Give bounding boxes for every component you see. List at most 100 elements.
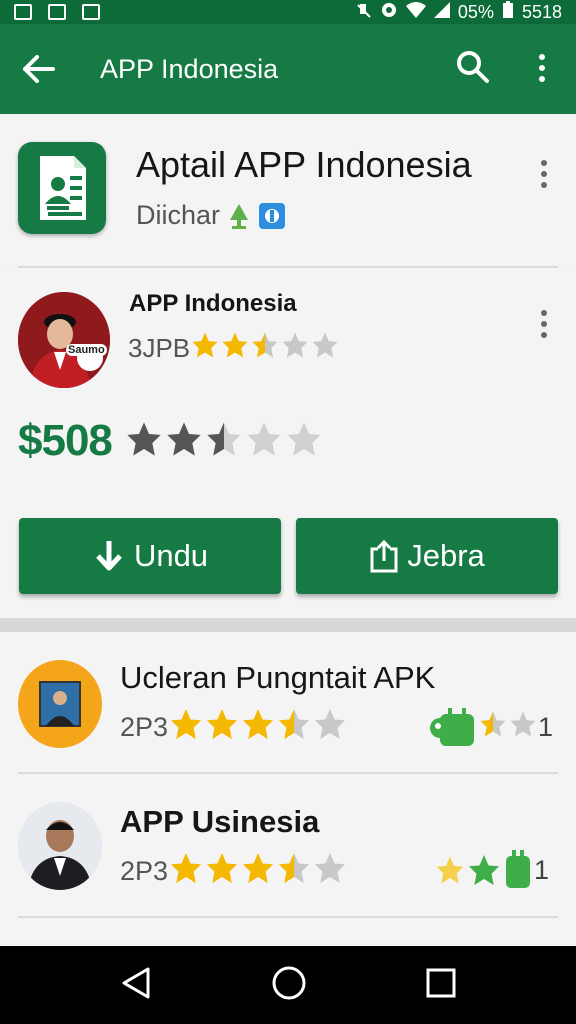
item-badge-count: 1 [534, 854, 550, 885]
arrow-back-icon [23, 55, 55, 83]
upload-notification-icon [48, 4, 66, 20]
star-icon [510, 711, 536, 736]
star-icon [287, 421, 321, 456]
share-icon [370, 539, 398, 573]
developer-name: Diichar [136, 200, 221, 230]
item-title: APP Usinesia [120, 804, 320, 839]
item-rating-label: 2P3 [120, 856, 169, 886]
editors-choice-badge-icon [259, 202, 286, 229]
item-star-rating [168, 850, 348, 893]
developer-row[interactable]: Diichar [136, 200, 286, 231]
app-bar: APP Indonesia [0, 24, 576, 114]
star-icon [207, 853, 238, 883]
more-vert-icon [530, 154, 558, 194]
list-item[interactable]: Ucleran Pungntait APK 2P3 1 [0, 632, 576, 776]
item-avatar [18, 802, 102, 890]
star-icon [207, 421, 241, 456]
item-avatar [18, 660, 102, 748]
square-recents-icon [426, 968, 456, 997]
list-item[interactable]: APP Usinesia 2P3 1 [0, 776, 576, 920]
download-label: Undu [133, 538, 209, 573]
profile-rating: 3JPB [128, 330, 340, 367]
app-header: Aptail APP Indonesia Diichar [0, 114, 576, 266]
star-icon [315, 853, 346, 883]
divider [18, 916, 558, 918]
star-icon [171, 709, 202, 739]
item-rating: 2P3 [120, 850, 348, 893]
tree-icon [230, 203, 249, 229]
price-row: $508 [18, 416, 324, 466]
status-bar: 05% 5518 [0, 0, 576, 24]
star-icon [282, 332, 308, 358]
star-icon [192, 332, 218, 358]
star-icon [167, 421, 201, 456]
star-icon [279, 853, 310, 883]
star-icon [247, 421, 281, 456]
star-icon [480, 711, 506, 736]
profile-name: APP Indonesia [129, 290, 297, 317]
badge-star-icons [478, 709, 538, 746]
android-robot-icon [506, 850, 530, 888]
avatar-caption: Saumo [66, 344, 107, 356]
screenshot-notification-icon [82, 4, 100, 20]
battery-icon [502, 0, 514, 24]
item-badge-count: 1 [538, 711, 554, 742]
section-separator [0, 618, 576, 632]
triangle-back-icon [122, 967, 150, 998]
star-icon [252, 332, 278, 358]
back-button[interactable] [18, 49, 58, 89]
star-rating [190, 330, 340, 367]
mute-icon [356, 1, 372, 24]
share-button[interactable]: Jebra [296, 518, 558, 594]
item-badges: 1 [430, 706, 553, 748]
wifi-icon [405, 1, 426, 23]
star-icon [127, 421, 161, 456]
green-star-icon [469, 855, 499, 885]
profile-card: Saumo APP Indonesia 3JPB $508 Undu Jebra [0, 268, 576, 618]
related-app-list: Ucleran Pungntait APK 2P3 1 APP Usinesia… [0, 632, 576, 946]
share-label: Jebra [407, 538, 485, 573]
download-arrow-icon [96, 541, 122, 571]
search-button[interactable] [455, 49, 491, 85]
app-title: Aptail APP Indonesia [136, 144, 472, 185]
gallery-notification-icon [14, 4, 32, 20]
more-vert-icon [528, 50, 556, 86]
system-nav-bar [0, 946, 576, 1024]
item-star-rating [168, 706, 348, 749]
android-robot-icon [430, 708, 474, 746]
cell-signal-icon [433, 1, 450, 23]
nav-home-button[interactable] [271, 965, 307, 1006]
profile-avatar[interactable] [18, 292, 110, 388]
star-icon [243, 853, 274, 883]
more-vert-icon [530, 304, 558, 344]
app-icon[interactable] [18, 142, 106, 234]
document-profile-icon [40, 156, 86, 220]
overflow-menu-button[interactable] [528, 50, 556, 86]
profile-overflow-button[interactable] [530, 304, 558, 344]
divider [18, 772, 558, 774]
item-badges: 1 [434, 850, 549, 890]
clock: 5518 [521, 1, 562, 22]
app-bar-title: APP Indonesia [100, 53, 279, 84]
download-button[interactable]: Undu [19, 518, 281, 594]
nav-back-button[interactable] [120, 966, 152, 1005]
rating-label: 3JPB [128, 333, 191, 363]
price: $508 [18, 416, 113, 465]
star-icon [243, 709, 274, 739]
item-rating-label: 2P3 [120, 712, 169, 742]
star-icon [312, 332, 338, 358]
star-icon [315, 709, 346, 739]
star-icon [222, 332, 248, 358]
item-title: Ucleran Pungntait APK [120, 660, 436, 695]
star-icon [207, 709, 238, 739]
gold-star-icon [436, 856, 464, 884]
search-icon [457, 51, 489, 83]
battery-percent: 05% [457, 1, 494, 22]
circle-home-icon [272, 966, 306, 999]
star-icon [171, 853, 202, 883]
price-star-rating [124, 419, 324, 464]
star-icon [279, 709, 310, 739]
alarm-icon [380, 1, 398, 24]
header-overflow-button[interactable] [530, 154, 558, 194]
nav-recents-button[interactable] [426, 968, 456, 1003]
